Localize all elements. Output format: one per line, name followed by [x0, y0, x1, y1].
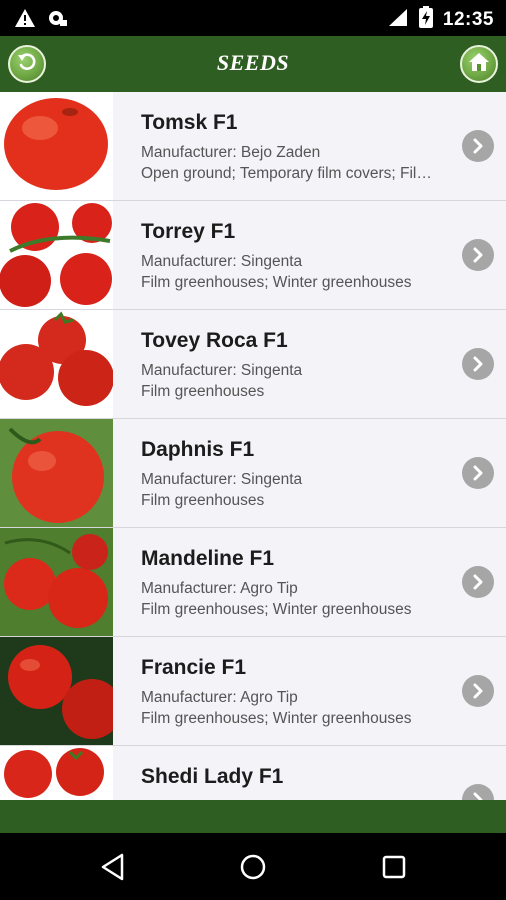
item-name: Tovey Roca F1 — [141, 329, 288, 352]
warning-icon — [14, 8, 36, 33]
status-bar: 12:35 — [0, 0, 506, 36]
item-conditions: Film greenhouses; Winter greenhouses — [141, 710, 412, 727]
item-conditions: Film greenhouses — [141, 492, 265, 509]
home-icon — [468, 51, 490, 78]
chevron-right-icon[interactable] — [462, 675, 494, 707]
bottom-strip — [0, 800, 506, 833]
chevron-right-icon[interactable] — [462, 457, 494, 489]
tomato-thumbnail — [0, 92, 113, 200]
navigation-bar — [0, 833, 506, 900]
chevron-right-icon[interactable] — [462, 566, 494, 598]
page-title: SEEDS — [216, 50, 290, 75]
list-item[interactable]: Mandeline F1 Manufacturer: Agro Tip Film… — [0, 528, 506, 637]
signal-icon — [387, 7, 409, 32]
chevron-right-icon[interactable] — [462, 348, 494, 380]
item-name: Mandeline F1 — [141, 547, 275, 570]
home-button[interactable] — [460, 45, 498, 83]
item-name: Francie F1 — [141, 656, 247, 679]
item-manufacturer: Manufacturer: Singenta — [141, 362, 303, 379]
nav-home-icon[interactable] — [236, 850, 270, 884]
list-item[interactable]: Francie F1 Manufacturer: Agro Tip Film g… — [0, 637, 506, 746]
item-conditions: Film greenhouses; Winter greenhouses — [141, 601, 412, 618]
tomato-thumbnail — [0, 201, 113, 309]
app-bar: SEEDS — [0, 36, 506, 92]
nav-recents-icon[interactable] — [377, 850, 411, 884]
tomato-thumbnail — [0, 310, 113, 418]
seed-list: Tomsk F1 Manufacturer: Bejo Zaden Open g… — [0, 92, 506, 800]
list-item[interactable]: Daphnis F1 Manufacturer: Singenta Film g… — [0, 419, 506, 528]
item-name: Torrey F1 — [141, 220, 236, 243]
battery-charging-icon — [418, 6, 433, 33]
item-manufacturer: Manufacturer: Singenta — [141, 253, 303, 270]
tomato-thumbnail — [0, 746, 113, 800]
list-item[interactable]: Shedi Lady F1 — [0, 746, 506, 800]
tomato-thumbnail — [0, 528, 113, 636]
item-name: Tomsk F1 — [141, 111, 238, 134]
item-name: Daphnis F1 — [141, 438, 255, 461]
item-conditions: Open ground; Temporary film covers; Fil… — [141, 165, 432, 182]
chevron-right-icon[interactable] — [462, 784, 494, 800]
chevron-right-icon[interactable] — [462, 130, 494, 162]
list-item[interactable]: Torrey F1 Manufacturer: Singenta Film gr… — [0, 201, 506, 310]
item-conditions: Film greenhouses — [141, 383, 265, 400]
list-item[interactable]: Tomsk F1 Manufacturer: Bejo Zaden Open g… — [0, 92, 506, 201]
tomato-thumbnail — [0, 419, 113, 527]
item-manufacturer: Manufacturer: Bejo Zaden — [141, 144, 321, 161]
notification-icon — [46, 8, 68, 33]
chevron-right-icon[interactable] — [462, 239, 494, 271]
tomato-thumbnail — [0, 637, 113, 745]
clock: 12:35 — [442, 8, 494, 30]
item-manufacturer: Manufacturer: Agro Tip — [141, 580, 298, 597]
item-name: Shedi Lady F1 — [141, 765, 284, 788]
item-manufacturer: Manufacturer: Singenta — [141, 471, 303, 488]
list-item[interactable]: Tovey Roca F1 Manufacturer: Singenta Fil… — [0, 310, 506, 419]
item-conditions: Film greenhouses; Winter greenhouses — [141, 274, 412, 291]
nav-back-icon[interactable] — [96, 850, 130, 884]
item-manufacturer: Manufacturer: Agro Tip — [141, 689, 298, 706]
